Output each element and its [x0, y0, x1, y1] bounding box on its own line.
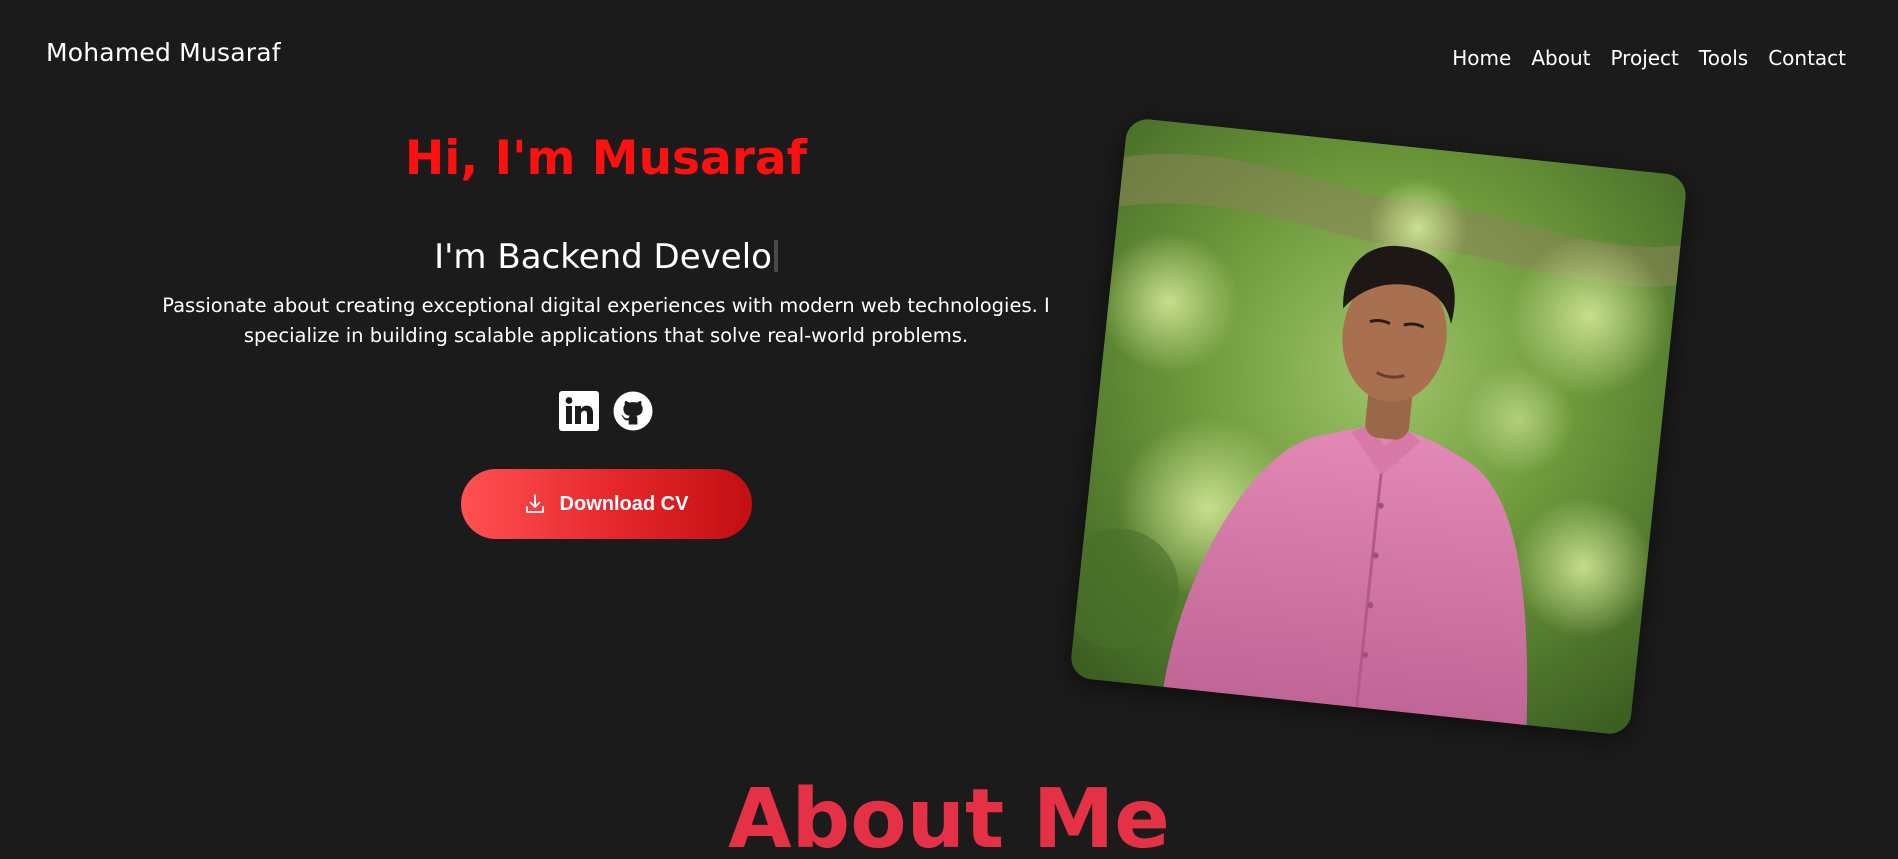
- site-brand[interactable]: Mohamed Musaraf: [46, 38, 281, 67]
- github-icon[interactable]: [613, 391, 653, 431]
- main-nav: Home About Project Tools Contact: [1452, 46, 1846, 70]
- nav-contact[interactable]: Contact: [1768, 46, 1846, 70]
- profile-photo-illustration: [1069, 117, 1688, 736]
- typing-caret: [773, 240, 778, 272]
- download-icon: [525, 494, 544, 513]
- social-links: [120, 391, 1092, 431]
- nav-home[interactable]: Home: [1452, 46, 1511, 70]
- nav-tools[interactable]: Tools: [1699, 46, 1748, 70]
- download-cv-label: Download CV: [559, 492, 689, 515]
- hero-greeting: Hi, I'm Musaraf: [404, 131, 808, 186]
- nav-project[interactable]: Project: [1610, 46, 1678, 70]
- portfolio-page: Mohamed Musaraf Home About Project Tools…: [0, 0, 1898, 859]
- hero-bio: Passionate about creating exceptional di…: [162, 294, 1050, 347]
- download-cv-button[interactable]: Download CV: [460, 469, 752, 539]
- typed-role: I'm Backend Develo: [120, 233, 1092, 281]
- profile-photo: [1069, 117, 1688, 736]
- linkedin-icon[interactable]: [559, 391, 599, 431]
- hero-intro: Hi, I'm Musaraf I'm Backend Develo Passi…: [120, 120, 1092, 539]
- typed-role-text: I'm Backend Develo: [434, 237, 772, 277]
- about-section-heading: About Me: [728, 772, 1170, 859]
- nav-about[interactable]: About: [1531, 46, 1590, 70]
